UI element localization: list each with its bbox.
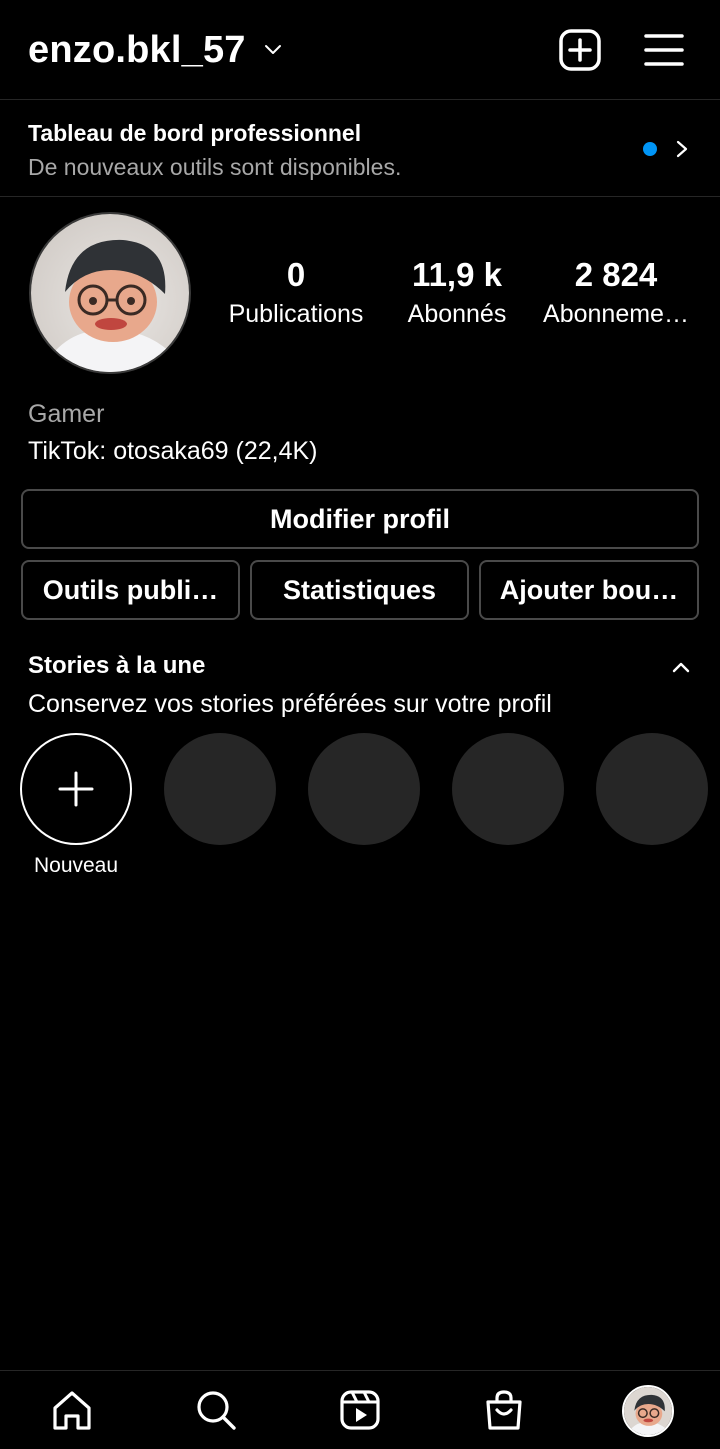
search-icon[interactable] [194,1388,238,1432]
stat-posts[interactable]: 0 Publications [221,255,371,330]
highlights-title: Stories à la une [28,652,206,679]
chevron-down-icon[interactable] [262,38,284,60]
edit-profile-button[interactable]: Modifier profil [21,489,699,549]
stat-following[interactable]: 2 824 Abonneme… [540,255,692,330]
chevron-right-icon [676,140,688,158]
new-indicator-dot [643,142,657,156]
add-post-icon[interactable] [558,28,602,72]
following-count: 2 824 [574,256,658,293]
profile-bio: TikTok: otosaka69 (22,4K) [28,437,318,465]
home-icon[interactable] [50,1388,94,1432]
profile-avatar[interactable] [29,212,191,374]
highlight-placeholder [164,733,276,845]
insights-button[interactable]: Statistiques [250,560,469,620]
followers-count: 11,9 k [412,256,502,293]
highlight-placeholder [452,733,564,845]
dashboard-divider [0,196,720,197]
avatar-photo [31,214,189,372]
profile-header: enzo.bkl_57 [0,0,720,99]
new-highlight-label: Nouveau [33,854,119,877]
dashboard-subtitle: De nouveaux outils sont disponibles. [28,154,402,180]
account-switcher-username[interactable]: enzo.bkl_57 [28,26,246,74]
highlight-placeholder [596,733,708,845]
profile-tab-avatar[interactable] [622,1385,674,1437]
chevron-up-icon[interactable] [670,656,692,678]
avatar-photo [624,1387,672,1435]
profile-category: Gamer [28,400,105,428]
following-label: Abonneme… [543,300,689,328]
highlight-placeholder [308,733,420,845]
new-highlight-button[interactable] [20,733,132,845]
promotional-tools-button[interactable]: Outils publi… [21,560,240,620]
plus-icon [58,771,94,807]
posts-count: 0 [286,256,306,293]
shop-icon[interactable] [482,1388,526,1432]
highlights-subtitle: Conservez vos stories préférées sur votr… [28,690,552,718]
professional-dashboard-banner[interactable]: Tableau de bord professionnel De nouveau… [0,100,720,196]
add-button-button[interactable]: Ajouter bou… [479,560,699,620]
posts-label: Publications [228,300,364,328]
stat-followers[interactable]: 11,9 k Abonnés [397,255,517,330]
followers-label: Abonnés [407,300,507,328]
reels-icon[interactable] [338,1388,382,1432]
dashboard-title: Tableau de bord professionnel [28,120,362,146]
hamburger-menu-icon[interactable] [644,30,684,70]
bottom-navigation-bar [0,1371,720,1449]
